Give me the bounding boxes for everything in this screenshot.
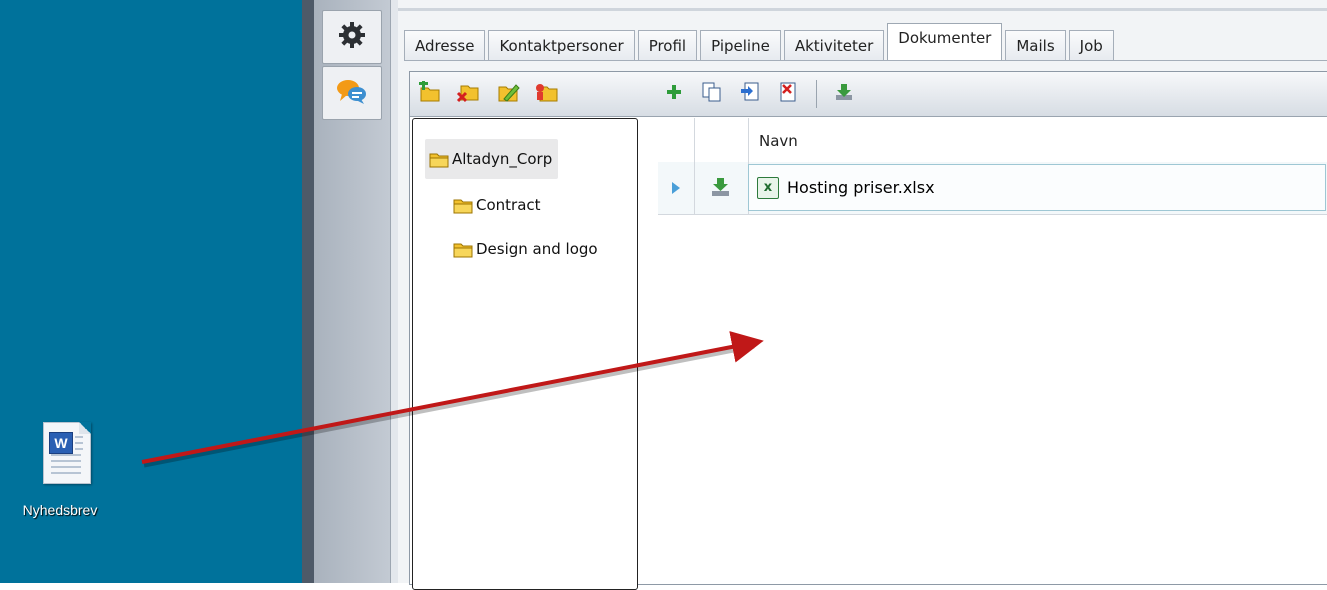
edit-folder-button[interactable] (496, 83, 520, 105)
grid-header: Navn (658, 118, 1327, 163)
download-icon (834, 82, 854, 106)
window-edge (302, 0, 314, 583)
delete-folder-button[interactable] (456, 83, 480, 105)
delete-document-button[interactable] (776, 81, 800, 107)
documents-toolbar (410, 72, 1327, 117)
tree-node-label: Design and logo (476, 240, 598, 258)
add-document-button[interactable] (662, 83, 686, 105)
file-name-cell[interactable]: x Hosting priser.xlsx (748, 164, 1326, 211)
desktop: W Nyhedsbrev (0, 0, 302, 583)
add-folder-icon (418, 81, 442, 107)
column-header-name[interactable]: Navn (759, 132, 798, 150)
move-document-button[interactable] (738, 81, 762, 107)
desktop-file-icon[interactable]: W Nyhedsbrev (10, 420, 110, 518)
word-document-icon: W (29, 420, 91, 488)
folder-icon (453, 197, 473, 214)
toolbar-separator (816, 80, 817, 108)
tree-node-label: Altadyn_Corp (452, 150, 553, 168)
tab-adresse[interactable]: Adresse (404, 30, 486, 61)
tree-node-design-and-logo[interactable]: Design and logo (453, 229, 598, 269)
row-pointer-icon (658, 182, 694, 218)
delete-folder-icon (456, 81, 480, 107)
folder-icon (453, 241, 473, 258)
desktop-file-label: Nyhedsbrev (22, 502, 98, 518)
download-button[interactable] (832, 83, 856, 105)
delete-document-icon (777, 81, 799, 107)
documents-grid: Navn x Hosting priser.xlsx (658, 118, 1327, 584)
folder-permissions-icon (534, 81, 558, 107)
tab-divider (404, 60, 1327, 61)
copy-document-icon (701, 81, 723, 107)
tree-node-label: Contract (476, 196, 541, 214)
tab-aktiviteter[interactable]: Aktiviteter (783, 30, 885, 61)
folder-icon (429, 151, 449, 168)
tab-kontaktpersoner[interactable]: Kontaktpersoner (488, 30, 635, 61)
header-cell-indicator (658, 118, 695, 162)
move-document-icon (739, 81, 761, 107)
tree-node-contract[interactable]: Contract (453, 185, 541, 225)
tab-mails[interactable]: Mails (1005, 30, 1066, 61)
tab-profil[interactable]: Profil (637, 30, 698, 61)
folder-permissions-button[interactable] (534, 83, 558, 105)
gear-icon (337, 20, 367, 54)
row-download-cell[interactable] (694, 162, 749, 214)
excel-file-icon: x (757, 176, 779, 199)
chat-button[interactable] (322, 66, 382, 120)
documents-panel: Altadyn_Corp Contract Design and logo Na… (409, 71, 1327, 590)
main-area: Adresse Kontaktpersoner Profil Pipeline … (398, 0, 1327, 590)
add-folder-button[interactable] (418, 81, 442, 107)
row-indicator (658, 162, 695, 214)
folder-tree: Altadyn_Corp Contract Design and logo (412, 118, 638, 590)
tab-pipeline[interactable]: Pipeline (700, 30, 781, 61)
tab-job[interactable]: Job (1068, 30, 1114, 61)
edit-folder-icon (496, 81, 520, 107)
header-cell-action (694, 118, 749, 162)
settings-button[interactable] (322, 10, 382, 64)
top-border (398, 8, 1327, 11)
file-name: Hosting priser.xlsx (787, 178, 935, 197)
add-document-icon (666, 84, 682, 104)
chat-bubbles-icon (336, 77, 368, 109)
download-icon (694, 178, 748, 218)
tab-dokumenter[interactable]: Dokumenter (887, 23, 1003, 61)
copy-document-button[interactable] (700, 81, 724, 107)
table-row[interactable]: x Hosting priser.xlsx (658, 162, 1327, 215)
tab-bar: Adresse Kontaktpersoner Profil Pipeline … (404, 23, 1117, 61)
tree-node-root[interactable]: Altadyn_Corp (425, 139, 559, 179)
